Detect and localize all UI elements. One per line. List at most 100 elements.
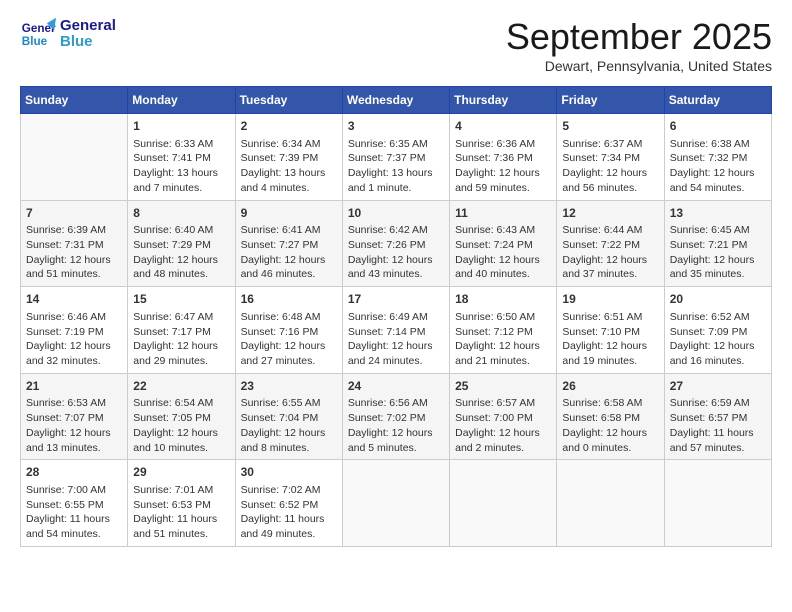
day-info: Sunrise: 6:55 AM Sunset: 7:04 PM Dayligh… bbox=[241, 396, 337, 455]
day-info: Sunrise: 6:57 AM Sunset: 7:00 PM Dayligh… bbox=[455, 396, 551, 455]
day-number: 20 bbox=[670, 291, 766, 308]
month-title: September 2025 bbox=[506, 16, 772, 58]
calendar-day-cell: 9Sunrise: 6:41 AM Sunset: 7:27 PM Daylig… bbox=[235, 200, 342, 287]
day-number: 9 bbox=[241, 205, 337, 222]
calendar-day-cell bbox=[557, 460, 664, 547]
calendar-day-cell bbox=[342, 460, 449, 547]
calendar-day-cell: 1 Sunrise: 6:33 AM Sunset: 7:41 PM Daylig… bbox=[128, 114, 235, 201]
day-info: Sunrise: 6:59 AM Sunset: 6:57 PM Dayligh… bbox=[670, 396, 766, 455]
day-number: 24 bbox=[348, 378, 444, 395]
day-number: 13 bbox=[670, 205, 766, 222]
calendar-day-cell: 5 Sunrise: 6:37 AM Sunset: 7:34 PM Daylig… bbox=[557, 114, 664, 201]
day-number: 5 bbox=[562, 118, 658, 135]
calendar-day-cell: 30 Sunrise: 7:02 AM Sunset: 6:52 PM Dayli… bbox=[235, 460, 342, 547]
day-info: Sunrise: 6:39 AM Sunset: 7:31 PM Dayligh… bbox=[26, 223, 122, 282]
day-info: Sunrise: 6:44 AM Sunset: 7:22 PM Dayligh… bbox=[562, 223, 658, 282]
day-info: Sunrise: 6:54 AM Sunset: 7:05 PM Dayligh… bbox=[133, 396, 229, 455]
calendar-day-cell: 19 Sunrise: 6:51 AM Sunset: 7:10 PM Dayli… bbox=[557, 287, 664, 374]
day-number: 28 bbox=[26, 464, 122, 481]
day-number: 30 bbox=[241, 464, 337, 481]
calendar-day-cell: 18 Sunrise: 6:50 AM Sunset: 7:12 PM Dayli… bbox=[450, 287, 557, 374]
day-info: Sunrise: 6:33 AM Sunset: 7:41 PM Dayligh… bbox=[133, 137, 229, 196]
day-number: 27 bbox=[670, 378, 766, 395]
calendar-day-cell: 3 Sunrise: 6:35 AM Sunset: 7:37 PM Daylig… bbox=[342, 114, 449, 201]
calendar-table: SundayMondayTuesdayWednesdayThursdayFrid… bbox=[20, 86, 772, 547]
logo-line2: Blue bbox=[60, 34, 116, 51]
day-info: Sunrise: 6:56 AM Sunset: 7:02 PM Dayligh… bbox=[348, 396, 444, 455]
day-number: 17 bbox=[348, 291, 444, 308]
calendar-week-row: 28 Sunrise: 7:00 AM Sunset: 6:55 PM Dayli… bbox=[21, 460, 772, 547]
weekday-header-tuesday: Tuesday bbox=[235, 87, 342, 114]
day-number: 3 bbox=[348, 118, 444, 135]
day-number: 10 bbox=[348, 205, 444, 222]
svg-text:Blue: Blue bbox=[22, 35, 48, 48]
day-info: Sunrise: 6:48 AM Sunset: 7:16 PM Dayligh… bbox=[241, 310, 337, 369]
day-info: Sunrise: 6:34 AM Sunset: 7:39 PM Dayligh… bbox=[241, 137, 337, 196]
day-info: Sunrise: 6:50 AM Sunset: 7:12 PM Dayligh… bbox=[455, 310, 551, 369]
day-info: Sunrise: 6:38 AM Sunset: 7:32 PM Dayligh… bbox=[670, 137, 766, 196]
day-info: Sunrise: 6:43 AM Sunset: 7:24 PM Dayligh… bbox=[455, 223, 551, 282]
weekday-header-thursday: Thursday bbox=[450, 87, 557, 114]
calendar-day-cell: 11Sunrise: 6:43 AM Sunset: 7:24 PM Dayli… bbox=[450, 200, 557, 287]
weekday-header-saturday: Saturday bbox=[664, 87, 771, 114]
calendar-day-cell: 17 Sunrise: 6:49 AM Sunset: 7:14 PM Dayli… bbox=[342, 287, 449, 374]
day-info: Sunrise: 6:53 AM Sunset: 7:07 PM Dayligh… bbox=[26, 396, 122, 455]
day-info: Sunrise: 7:01 AM Sunset: 6:53 PM Dayligh… bbox=[133, 483, 229, 542]
day-info: Sunrise: 6:52 AM Sunset: 7:09 PM Dayligh… bbox=[670, 310, 766, 369]
calendar-day-cell bbox=[21, 114, 128, 201]
calendar-day-cell bbox=[450, 460, 557, 547]
calendar-day-cell: 23Sunrise: 6:55 AM Sunset: 7:04 PM Dayli… bbox=[235, 373, 342, 460]
weekday-header-friday: Friday bbox=[557, 87, 664, 114]
calendar-day-cell: 8Sunrise: 6:40 AM Sunset: 7:29 PM Daylig… bbox=[128, 200, 235, 287]
calendar-day-cell: 4 Sunrise: 6:36 AM Sunset: 7:36 PM Daylig… bbox=[450, 114, 557, 201]
day-number: 11 bbox=[455, 205, 551, 222]
calendar-day-cell: 13Sunrise: 6:45 AM Sunset: 7:21 PM Dayli… bbox=[664, 200, 771, 287]
calendar-day-cell: 6Sunrise: 6:38 AM Sunset: 7:32 PM Daylig… bbox=[664, 114, 771, 201]
day-number: 7 bbox=[26, 205, 122, 222]
day-info: Sunrise: 6:42 AM Sunset: 7:26 PM Dayligh… bbox=[348, 223, 444, 282]
day-info: Sunrise: 6:36 AM Sunset: 7:36 PM Dayligh… bbox=[455, 137, 551, 196]
day-info: Sunrise: 6:51 AM Sunset: 7:10 PM Dayligh… bbox=[562, 310, 658, 369]
calendar-day-cell: 16Sunrise: 6:48 AM Sunset: 7:16 PM Dayli… bbox=[235, 287, 342, 374]
calendar-day-cell: 20 Sunrise: 6:52 AM Sunset: 7:09 PM Dayli… bbox=[664, 287, 771, 374]
day-number: 1 bbox=[133, 118, 229, 135]
day-info: Sunrise: 6:41 AM Sunset: 7:27 PM Dayligh… bbox=[241, 223, 337, 282]
day-info: Sunrise: 6:49 AM Sunset: 7:14 PM Dayligh… bbox=[348, 310, 444, 369]
calendar-day-cell: 2Sunrise: 6:34 AM Sunset: 7:39 PM Daylig… bbox=[235, 114, 342, 201]
generalblue-logo-icon: General Blue bbox=[20, 16, 56, 52]
day-number: 14 bbox=[26, 291, 122, 308]
day-info: Sunrise: 6:40 AM Sunset: 7:29 PM Dayligh… bbox=[133, 223, 229, 282]
logo-line1: General bbox=[60, 18, 116, 35]
weekday-header-sunday: Sunday bbox=[21, 87, 128, 114]
day-number: 4 bbox=[455, 118, 551, 135]
day-info: Sunrise: 6:45 AM Sunset: 7:21 PM Dayligh… bbox=[670, 223, 766, 282]
day-info: Sunrise: 6:37 AM Sunset: 7:34 PM Dayligh… bbox=[562, 137, 658, 196]
day-info: Sunrise: 7:00 AM Sunset: 6:55 PM Dayligh… bbox=[26, 483, 122, 542]
calendar-week-row: 7Sunrise: 6:39 AM Sunset: 7:31 PM Daylig… bbox=[21, 200, 772, 287]
day-number: 19 bbox=[562, 291, 658, 308]
calendar-week-row: 21Sunrise: 6:53 AM Sunset: 7:07 PM Dayli… bbox=[21, 373, 772, 460]
calendar-day-cell: 26Sunrise: 6:58 AM Sunset: 6:58 PM Dayli… bbox=[557, 373, 664, 460]
calendar-day-cell: 25Sunrise: 6:57 AM Sunset: 7:00 PM Dayli… bbox=[450, 373, 557, 460]
day-number: 8 bbox=[133, 205, 229, 222]
calendar-day-cell: 29 Sunrise: 7:01 AM Sunset: 6:53 PM Dayli… bbox=[128, 460, 235, 547]
day-info: Sunrise: 6:35 AM Sunset: 7:37 PM Dayligh… bbox=[348, 137, 444, 196]
day-number: 22 bbox=[133, 378, 229, 395]
calendar-day-cell: 22Sunrise: 6:54 AM Sunset: 7:05 PM Dayli… bbox=[128, 373, 235, 460]
day-info: Sunrise: 6:58 AM Sunset: 6:58 PM Dayligh… bbox=[562, 396, 658, 455]
day-info: Sunrise: 7:02 AM Sunset: 6:52 PM Dayligh… bbox=[241, 483, 337, 542]
calendar-day-cell: 14 Sunrise: 6:46 AM Sunset: 7:19 PM Dayli… bbox=[21, 287, 128, 374]
day-number: 23 bbox=[241, 378, 337, 395]
day-number: 29 bbox=[133, 464, 229, 481]
day-number: 18 bbox=[455, 291, 551, 308]
calendar-week-row: 1 Sunrise: 6:33 AM Sunset: 7:41 PM Daylig… bbox=[21, 114, 772, 201]
day-number: 25 bbox=[455, 378, 551, 395]
calendar-day-cell: 21Sunrise: 6:53 AM Sunset: 7:07 PM Dayli… bbox=[21, 373, 128, 460]
calendar-day-cell: 24Sunrise: 6:56 AM Sunset: 7:02 PM Dayli… bbox=[342, 373, 449, 460]
title-block: September 2025 Dewart, Pennsylvania, Uni… bbox=[506, 16, 772, 74]
calendar-day-cell bbox=[664, 460, 771, 547]
day-number: 21 bbox=[26, 378, 122, 395]
logo: General Blue General Blue bbox=[20, 16, 116, 52]
day-info: Sunrise: 6:46 AM Sunset: 7:19 PM Dayligh… bbox=[26, 310, 122, 369]
weekday-header-monday: Monday bbox=[128, 87, 235, 114]
